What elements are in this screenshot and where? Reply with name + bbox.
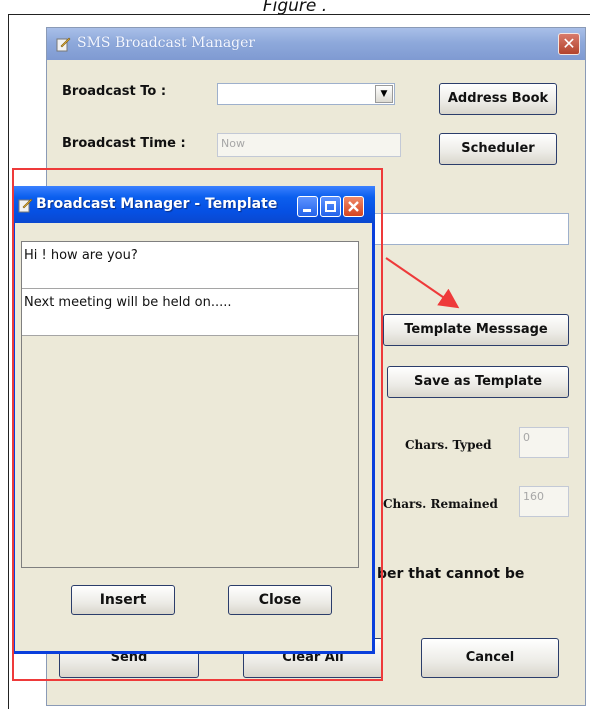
annotation-highlight-box: [12, 168, 383, 681]
